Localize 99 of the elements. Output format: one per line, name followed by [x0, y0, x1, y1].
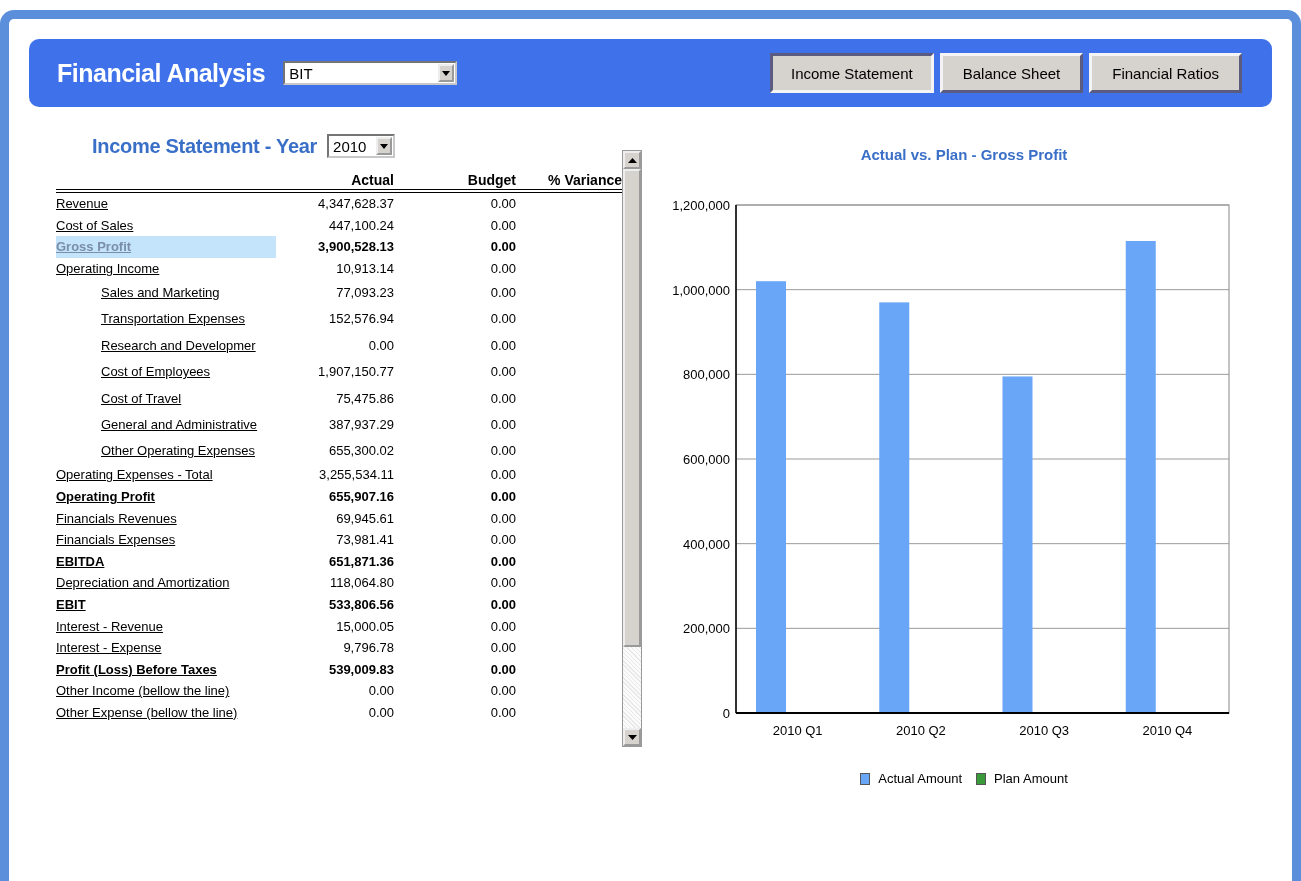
- row-link[interactable]: General and Administrative: [101, 417, 258, 432]
- table-cell-text: 655,907.16: [327, 489, 394, 504]
- axis-label: 400,000: [683, 536, 730, 552]
- legend-label: Plan Amount: [994, 771, 1068, 786]
- legend-label: Actual Amount: [878, 771, 963, 786]
- row-link[interactable]: Depreciation and Amortization: [56, 575, 230, 591]
- table-cell-text: 0.00: [489, 337, 516, 353]
- table-cell-text: 0.00: [489, 640, 516, 656]
- table-cell-text: 0.00: [489, 575, 516, 591]
- axis-label: 1,000,000: [672, 282, 730, 298]
- table-cell-text: 0.00: [489, 510, 516, 526]
- table-cell-text: 0.00: [489, 532, 516, 548]
- table-cell-text: 0.00: [489, 618, 516, 634]
- dropdown-arrow-icon: [380, 143, 389, 149]
- scrollbar[interactable]: [622, 150, 642, 747]
- table-cell-text: 9,796.78: [342, 640, 394, 656]
- row-link[interactable]: Profit (Loss) Before Taxes: [56, 661, 217, 677]
- table-cell-text: 447,100.24: [327, 217, 394, 233]
- row-link[interactable]: Other Operating Expenses: [101, 443, 255, 459]
- column-header: % Variance: [547, 172, 622, 188]
- row-link[interactable]: Cost of Sales: [56, 217, 134, 233]
- row-link[interactable]: Operating Expenses - Total: [56, 467, 213, 483]
- row-link[interactable]: Cost of Employees: [101, 364, 211, 380]
- axis-label: 800,000: [683, 367, 730, 383]
- table-cell-text: 0.00: [489, 239, 516, 255]
- row-link[interactable]: Other Income (bellow the line): [56, 683, 230, 699]
- table-cell-text: 0.00: [489, 390, 516, 406]
- table-cell-text: 0.00: [489, 489, 516, 504]
- table-cell-text: 69,945.61: [335, 510, 394, 526]
- table-cell-text: 387,937.29: [327, 417, 394, 432]
- axis-label: 600,000: [683, 452, 730, 467]
- table-cell-text: 75,475.86: [335, 390, 394, 406]
- table-cell-text: 651,871.36: [327, 553, 394, 569]
- row-link[interactable]: EBITDA: [56, 553, 105, 569]
- row-link[interactable]: Transportation Expenses: [101, 311, 246, 327]
- table-cell-text: 0.00: [489, 417, 516, 432]
- axis-label: 2010 Q4: [1142, 723, 1193, 738]
- year-select[interactable]: 2010: [327, 134, 396, 158]
- table-cell-text: 0.00: [489, 261, 516, 277]
- legend-swatch: [976, 772, 987, 785]
- row-link[interactable]: Interest - Revenue: [56, 618, 163, 634]
- tab-button[interactable]: Balance Sheet: [939, 53, 1084, 93]
- row-link[interactable]: Operating Income: [56, 261, 160, 277]
- tab-button[interactable]: Financial Ratios: [1089, 53, 1242, 93]
- legend-swatch: [860, 772, 871, 785]
- row-link[interactable]: Sales and Marketing: [101, 285, 220, 301]
- table-cell-text: 539,009.83: [327, 661, 394, 677]
- row-link[interactable]: EBIT: [56, 596, 86, 612]
- row-link[interactable]: Financials Expenses: [56, 532, 176, 548]
- table-cell-text: 533,806.56: [327, 596, 394, 612]
- scroll-down-arrow-icon[interactable]: [627, 734, 637, 740]
- table-cell-text: 0.00: [489, 311, 516, 327]
- table-cell-text: 0.00: [489, 443, 516, 459]
- table-cell-text: 0.00: [489, 285, 516, 301]
- table-cell-text: 0.00: [489, 596, 516, 612]
- tab-button[interactable]: Income Statement: [769, 53, 934, 93]
- axis-label: 2010 Q3: [1019, 723, 1070, 738]
- row-link[interactable]: Other Expense (bellow the line): [56, 704, 238, 720]
- table-cell-text: 3,900,528.13: [317, 239, 394, 255]
- axis-label: 1,200,000: [672, 198, 730, 213]
- table-cell-text: 0.00: [367, 704, 394, 720]
- axis-label: 0: [722, 706, 730, 721]
- row-link[interactable]: Operating Profit: [56, 489, 155, 504]
- table-cell-text: 0.00: [489, 196, 516, 212]
- row-link[interactable]: Revenue: [56, 196, 109, 212]
- table-cell-text: 77,093.23: [335, 285, 394, 301]
- table-cell-text: 73,981.41: [335, 532, 394, 548]
- dropdown-arrow-icon: [442, 70, 451, 76]
- column-header: Actual: [350, 172, 394, 188]
- axis-label: 2010 Q2: [895, 723, 946, 738]
- scroll-up-arrow-icon[interactable]: [627, 157, 637, 163]
- table-cell-text: 4,347,628.37: [317, 196, 394, 212]
- row-link[interactable]: Interest - Expense: [56, 640, 162, 656]
- table-cell-text: 655,300.02: [327, 443, 394, 459]
- table-cell-text: 3,255,534.11: [318, 467, 394, 483]
- table-cell-text: 0.00: [367, 337, 394, 353]
- row-link[interactable]: Cost of Travel: [101, 390, 182, 406]
- table-cell-text: 0.00: [489, 553, 516, 569]
- table-cell-text: 0.00: [367, 683, 394, 699]
- row-link[interactable]: Financials Revenues: [56, 510, 177, 526]
- column-header: Budget: [466, 172, 516, 188]
- table-cell-text: 0.00: [489, 364, 516, 380]
- row-link[interactable]: Research and Developmer: [101, 337, 256, 353]
- section-title: Income Statement - Year: [92, 134, 318, 158]
- app-title: Financial Analysis: [57, 58, 266, 88]
- table-cell-text: 10,913.14: [335, 261, 394, 277]
- table-cell-text: 0.00: [489, 661, 516, 677]
- table-cell-text: 0.00: [489, 704, 516, 720]
- chart-title: Actual vs. Plan - Gross Profit: [859, 146, 1069, 163]
- table-cell-text: 0.00: [489, 683, 516, 699]
- table-cell-text: 118,064.80: [328, 575, 394, 591]
- table-cell-text: 0.00: [489, 467, 516, 483]
- table-cell-text: 15,000.05: [335, 618, 394, 634]
- table-cell-text: 152,576.94: [327, 311, 394, 327]
- axis-label: 2010 Q1: [772, 723, 823, 738]
- table-cell-text: 1,907,150.77: [317, 364, 394, 380]
- company-select[interactable]: BIT: [283, 61, 458, 85]
- axis-label: 200,000: [683, 621, 730, 637]
- table-cell-text: 0.00: [489, 217, 516, 233]
